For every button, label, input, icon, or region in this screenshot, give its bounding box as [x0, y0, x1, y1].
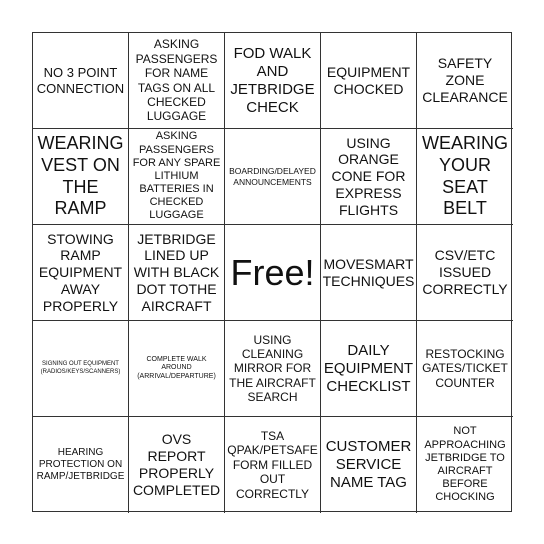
- cell-label: BOARDING/DELAYED ANNOUNCEMENTS: [229, 166, 316, 187]
- cell-label: FOD WALK AND JETBRIDGE CHECK: [230, 44, 315, 116]
- bingo-cell[interactable]: HEARING PROTECTION ON RAMP/JETBRIDGE: [33, 417, 129, 513]
- bingo-cell[interactable]: CUSTOMER SERVICE NAME TAG: [321, 417, 417, 513]
- bingo-cell[interactable]: FOD WALK AND JETBRIDGE CHECK: [225, 33, 321, 129]
- cell-label: CSV/ETC ISSUED CORRECTLY: [422, 247, 508, 297]
- free-space-cell[interactable]: Free!: [225, 225, 321, 321]
- cell-label: WEARING YOUR SEAT BELT: [421, 133, 508, 219]
- bingo-card: NO 3 POINT CONNECTION ASKING PASSENGERS F…: [32, 32, 513, 513]
- bingo-cell[interactable]: USING CLEANING MIRROR FOR THE AIRCRAFT S…: [225, 321, 321, 417]
- bingo-cell[interactable]: SIGNING OUT EQUIPMENT (RADIOS/KEYS/SCANN…: [33, 321, 129, 417]
- bingo-cell[interactable]: NO 3 POINT CONNECTION: [33, 33, 129, 129]
- cell-label: NOT APPROACHING JETBRIDGE TO AIRCRAFT BE…: [424, 425, 506, 504]
- bingo-cell[interactable]: BOARDING/DELAYED ANNOUNCEMENTS: [225, 129, 321, 225]
- bingo-cell[interactable]: USING ORANGE CONE FOR EXPRESS FLIGHTS: [321, 129, 417, 225]
- bingo-cell[interactable]: EQUIPMENT CHOCKED: [321, 33, 417, 129]
- cell-label: OVS REPORT PROPERLY COMPLETED: [132, 431, 221, 498]
- cell-label: SAFETY ZONE CLEARANCE: [422, 55, 508, 105]
- cell-label: CUSTOMER SERVICE NAME TAG: [325, 438, 412, 491]
- cell-label: Free!: [230, 251, 315, 293]
- cell-label: SIGNING OUT EQUIPMENT (RADIOS/KEYS/SCANN…: [40, 361, 121, 375]
- bingo-cell[interactable]: WEARING VEST ON THE RAMP: [33, 129, 129, 225]
- cell-label: ASKING PASSENGERS FOR NAME TAGS ON ALL C…: [135, 37, 218, 124]
- bingo-cell[interactable]: COMPLETE WALK AROUND (ARRIVAL/DEPARTURE): [129, 321, 225, 417]
- bingo-cell[interactable]: OVS REPORT PROPERLY COMPLETED: [129, 417, 225, 513]
- bingo-cell[interactable]: CSV/ETC ISSUED CORRECTLY: [417, 225, 513, 321]
- cell-label: STOWING RAMP EQUIPMENT AWAY PROPERLY: [38, 230, 123, 314]
- cell-label: TSA QPAK/PETSAFE FORM FILLED OUT CORRECT…: [227, 429, 318, 501]
- bingo-cell[interactable]: MOVESMART TECHNIQUES: [321, 225, 417, 321]
- cell-label: ASKING PASSENGERS FOR ANY SPARE LITHIUM …: [132, 130, 221, 222]
- cell-label: USING CLEANING MIRROR FOR THE AIRCRAFT S…: [229, 332, 316, 405]
- bingo-cell[interactable]: NOT APPROACHING JETBRIDGE TO AIRCRAFT BE…: [417, 417, 513, 513]
- bingo-cell[interactable]: SAFETY ZONE CLEARANCE: [417, 33, 513, 129]
- bingo-cell[interactable]: RESTOCKING GATES/TICKET COUNTER: [417, 321, 513, 417]
- cell-label: RESTOCKING GATES/TICKET COUNTER: [422, 346, 508, 390]
- cell-label: WEARING VEST ON THE RAMP: [37, 133, 124, 219]
- bingo-cell[interactable]: ASKING PASSENGERS FOR NAME TAGS ON ALL C…: [129, 33, 225, 129]
- cell-label: NO 3 POINT CONNECTION: [36, 64, 125, 96]
- cell-label: EQUIPMENT CHOCKED: [326, 63, 411, 97]
- bingo-cell[interactable]: DAILY EQUIPMENT CHECKLIST: [321, 321, 417, 417]
- cell-label: HEARING PROTECTION ON RAMP/JETBRIDGE: [36, 447, 125, 482]
- cell-label: DAILY EQUIPMENT CHECKLIST: [323, 341, 414, 395]
- cell-label: COMPLETE WALK AROUND (ARRIVAL/DEPARTURE): [137, 355, 216, 380]
- bingo-cell[interactable]: WEARING YOUR SEAT BELT: [417, 129, 513, 225]
- bingo-cell[interactable]: ASKING PASSENGERS FOR ANY SPARE LITHIUM …: [129, 129, 225, 225]
- cell-label: USING ORANGE CONE FOR EXPRESS FLIGHTS: [331, 134, 406, 218]
- cell-label: JETBRIDGE LINED UP WITH BLACK DOT TOTHE …: [133, 230, 220, 314]
- bingo-cell[interactable]: STOWING RAMP EQUIPMENT AWAY PROPERLY: [33, 225, 129, 321]
- bingo-cell[interactable]: JETBRIDGE LINED UP WITH BLACK DOT TOTHE …: [129, 225, 225, 321]
- bingo-cell[interactable]: TSA QPAK/PETSAFE FORM FILLED OUT CORRECT…: [225, 417, 321, 513]
- cell-label: MOVESMART TECHNIQUES: [322, 255, 415, 289]
